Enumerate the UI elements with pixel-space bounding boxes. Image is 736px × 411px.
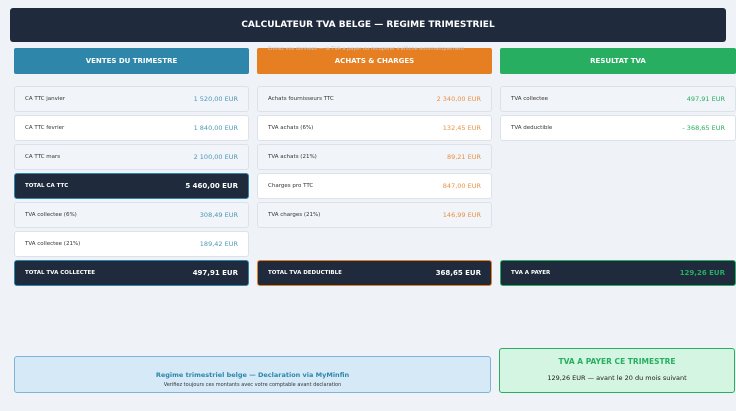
row-label: TVA A PAYER [511,270,551,276]
row-label: Charges pro TTC [268,183,314,189]
row-value: 847,00 EUR [442,182,481,190]
row-value: 308,49 EUR [199,211,238,219]
row-label: TOTAL TVA DEDUCTIBLE [268,270,342,276]
resultat-row: TVA A PAYER 129,26 EUR [500,260,736,286]
row-value: 497,91 EUR [192,269,238,277]
ventes-row: TVA collectee (6%) 308,49 EUR [14,202,249,228]
row-label: TVA collectee (21%) [25,241,81,247]
info-note: Regime trimestriel belge — Declaration v… [14,356,491,393]
row-value: 497,91 EUR [686,95,725,103]
achats-row: Achats fournisseurs TTC 2 340,00 EUR [257,86,492,112]
tva-a-payer-summary: TVA A PAYER CE TRIMESTRE 129,26 EUR — av… [499,348,735,393]
row-label: TVA achats (6%) [268,125,314,131]
row-value: 2 340,00 EUR [436,95,481,103]
row-label: TVA deductible [511,125,553,131]
resultat-header: RESULTAT TVA [500,48,736,74]
pay-text: 129,26 EUR — avant le 20 du mois suivant [547,374,687,382]
row-value: 129,26 EUR [679,269,725,277]
ventes-row: TVA collectee (21%) 189,42 EUR [14,231,249,257]
row-value: 368,65 EUR [435,269,481,277]
row-label: CA TTC mars [25,154,61,160]
subtitle: Entrez vos donnees — la TVA a payer ou r… [268,46,465,52]
row-label: TVA achats (21%) [268,154,317,160]
ventes-row: CA TTC janvier 1 520,00 EUR [14,86,249,112]
ventes-row: TOTAL TVA COLLECTEE 497,91 EUR [14,260,249,286]
achats-row: Charges pro TTC 847,00 EUR [257,173,492,199]
achats-row: TVA achats (6%) 132,45 EUR [257,115,492,141]
row-label: TVA collectee [511,96,549,102]
page-title: CALCULATEUR TVA BELGE — REGIME TRIMESTRI… [10,8,726,42]
row-value: - 368,65 EUR [682,124,725,132]
resultat-row: TVA deductible - 368,65 EUR [500,115,736,141]
row-value: 132,45 EUR [442,124,481,132]
ventes-row: CA TTC mars 2 100,00 EUR [14,144,249,170]
ventes-row: CA TTC fevrier 1 840,00 EUR [14,115,249,141]
row-label: TOTAL TVA COLLECTEE [25,270,96,276]
achats-row: TOTAL TVA DEDUCTIBLE 368,65 EUR [257,260,492,286]
row-label: TOTAL CA TTC [25,183,69,189]
row-label: CA TTC janvier [25,96,66,102]
ventes-row: TOTAL CA TTC 5 460,00 EUR [14,173,249,199]
pay-title: TVA A PAYER CE TRIMESTRE [558,357,676,366]
note-title: Regime trimestriel belge — Declaration v… [155,371,350,379]
row-value: 5 460,00 EUR [185,182,238,190]
row-value: 1 520,00 EUR [193,95,238,103]
ventes-header: VENTES DU TRIMESTRE [14,48,249,74]
note-text: Verifiez toujours ces montants avec votr… [163,382,342,388]
achats-row: TVA achats (21%) 89,21 EUR [257,144,492,170]
row-value: 146,99 EUR [442,211,481,219]
resultat-row: TVA collectee 497,91 EUR [500,86,736,112]
row-value: 189,42 EUR [199,240,238,248]
achats-row: TVA charges (21%) 146,99 EUR [257,202,492,228]
row-label: TVA charges (21%) [268,212,321,218]
row-value: 89,21 EUR [446,153,481,161]
row-value: 1 840,00 EUR [193,124,238,132]
row-label: Achats fournisseurs TTC [268,96,334,102]
row-label: CA TTC fevrier [25,125,65,131]
row-value: 2 100,00 EUR [193,153,238,161]
row-label: TVA collectee (6%) [25,212,77,218]
